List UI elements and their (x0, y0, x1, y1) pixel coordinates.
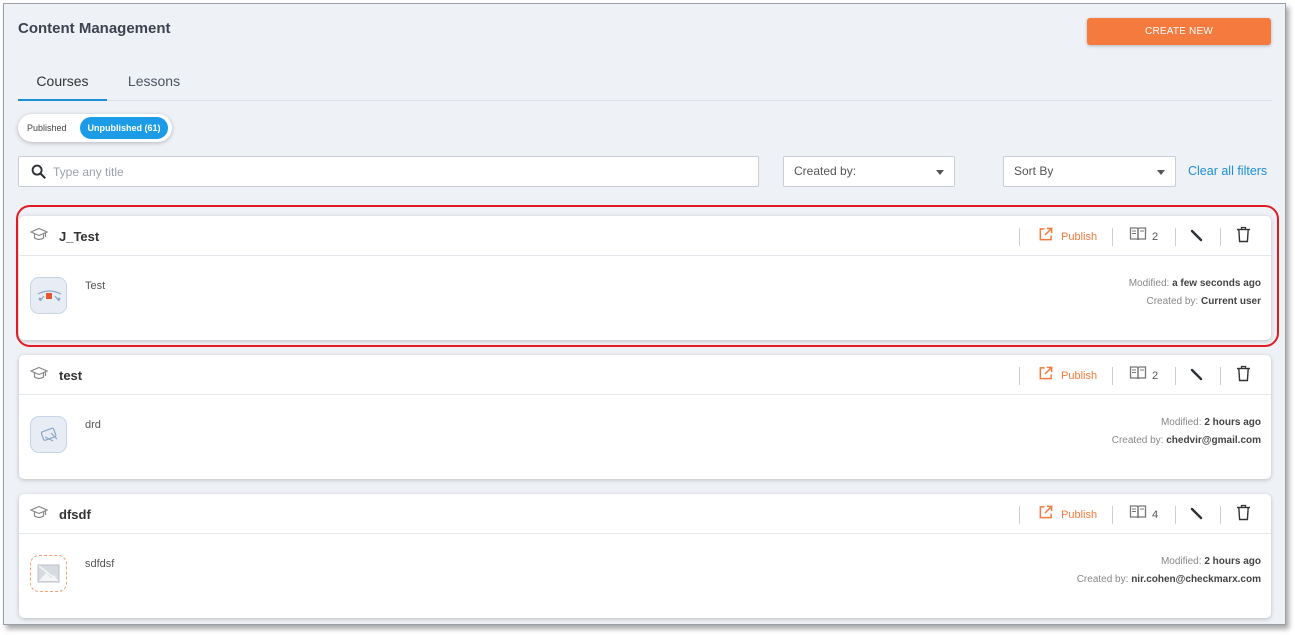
lessons-book-icon (1129, 227, 1147, 241)
divider (1112, 506, 1113, 524)
edit-pencil-icon[interactable] (1189, 228, 1205, 244)
modified-info: Modified: 2 hours ago (1160, 417, 1261, 428)
sort-by-select[interactable]: Sort By (1003, 156, 1176, 187)
course-thumbnail (30, 277, 67, 314)
course-image-icon (37, 290, 62, 302)
lesson-count: 2 (1152, 231, 1159, 243)
created-by-info: Created by: nir.cohen@checkmarx.com (1076, 574, 1261, 585)
divider (1220, 506, 1221, 524)
search-box (18, 156, 759, 187)
course-card[interactable]: dfsdf Publish 4 sdfdsf Modified: 2 hours… (19, 494, 1271, 618)
page-title: Content Management (18, 20, 171, 37)
search-input[interactable] (53, 162, 743, 182)
course-card-header: J_Test Publish 2 (19, 216, 1271, 256)
trash-icon[interactable] (1236, 504, 1251, 521)
course-description: drd (85, 419, 101, 431)
clear-filters-link[interactable]: Clear all filters (1188, 164, 1267, 178)
course-description: sdfdsf (85, 558, 115, 570)
app-window: Content Management CREATE NEW Courses Le… (3, 3, 1286, 625)
unpublished-toggle-option[interactable]: Unpublished (61) (80, 117, 168, 139)
course-title[interactable]: test (59, 368, 82, 383)
graduation-cap-icon (30, 366, 48, 380)
divider (1220, 228, 1221, 246)
publish-button[interactable]: Publish (1061, 509, 1097, 521)
course-thumbnail (30, 555, 67, 592)
course-card[interactable]: J_Test Publish 2 Test Modified: a few se… (19, 216, 1271, 340)
external-link-icon[interactable] (1038, 505, 1053, 520)
course-description: Test (85, 280, 106, 292)
tab-bar: Courses Lessons (18, 61, 1272, 101)
chevron-down-icon (1157, 170, 1165, 175)
course-card-header: dfsdf Publish 4 (19, 494, 1271, 534)
course-thumbnail (30, 416, 67, 453)
tab-courses[interactable]: Courses (18, 61, 107, 101)
image-placeholder-icon (37, 564, 60, 583)
publish-button[interactable]: Publish (1061, 231, 1097, 243)
create-new-button[interactable]: CREATE NEW (1087, 18, 1271, 45)
edit-pencil-icon[interactable] (1189, 506, 1205, 522)
divider (1019, 506, 1020, 524)
lesson-count: 2 (1152, 370, 1159, 382)
publish-status-toggle: Published Unpublished (61) (18, 114, 172, 142)
publish-button[interactable]: Publish (1061, 370, 1097, 382)
course-title[interactable]: J_Test (59, 229, 99, 244)
trash-icon[interactable] (1236, 365, 1251, 382)
trash-icon[interactable] (1236, 226, 1251, 243)
external-link-icon[interactable] (1038, 366, 1053, 381)
published-toggle-option[interactable]: Published (27, 117, 67, 139)
divider (1175, 367, 1176, 385)
graduation-cap-icon (30, 505, 48, 519)
modified-info: Modified: 2 hours ago (1160, 556, 1261, 567)
divider (1175, 506, 1176, 524)
course-card[interactable]: test Publish 2 drd Modified: 2 hours ago… (19, 355, 1271, 479)
course-card-header: test Publish 2 (19, 355, 1271, 395)
tab-lessons[interactable]: Lessons (114, 61, 194, 101)
graduation-cap-icon (30, 227, 48, 241)
modified-info: Modified: a few seconds ago (1128, 278, 1261, 289)
created-by-select-label: Created by: (794, 164, 857, 178)
lesson-count: 4 (1152, 509, 1159, 521)
divider (1175, 228, 1176, 246)
course-image-icon (40, 427, 58, 442)
edit-pencil-icon[interactable] (1189, 367, 1205, 383)
created-by-info: Created by: chedvir@gmail.com (1111, 435, 1261, 446)
lessons-book-icon (1129, 505, 1147, 519)
course-title[interactable]: dfsdf (59, 507, 91, 522)
divider (1112, 367, 1113, 385)
sort-by-select-label: Sort By (1014, 164, 1054, 178)
divider (1220, 367, 1221, 385)
search-icon (31, 164, 46, 179)
external-link-icon[interactable] (1038, 227, 1053, 242)
created-by-select[interactable]: Created by: (783, 156, 955, 187)
divider (1019, 228, 1020, 246)
chevron-down-icon (936, 170, 944, 175)
divider (1019, 367, 1020, 385)
divider (1112, 228, 1113, 246)
lessons-book-icon (1129, 366, 1147, 380)
created-by-info: Created by: Current user (1146, 296, 1262, 307)
